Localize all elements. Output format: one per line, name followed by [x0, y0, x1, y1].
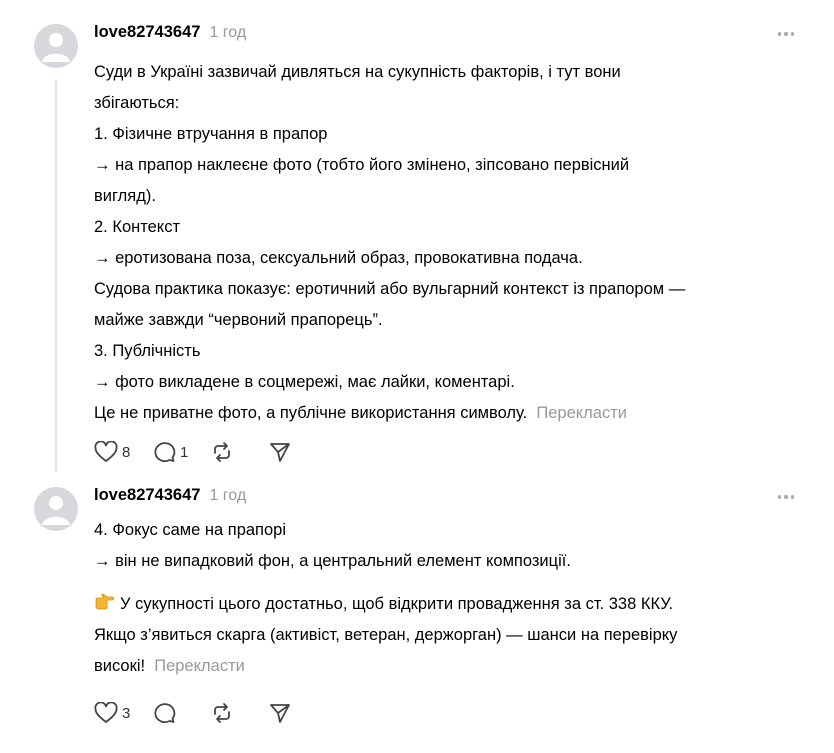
avatar[interactable] [34, 487, 78, 531]
text-line: 2. Контекст [94, 218, 181, 236]
like-count: 8 [122, 443, 131, 461]
repost-button[interactable] [210, 702, 248, 724]
timestamp[interactable]: 1 год [209, 24, 246, 42]
text-line: Судова практика показує: еротичний або в… [94, 280, 686, 298]
share-icon [270, 443, 290, 462]
like-count: 3 [122, 704, 131, 722]
reply-count: 1 [180, 443, 189, 461]
repost-button[interactable] [210, 441, 248, 463]
avatar-icon [42, 496, 70, 525]
text-line: Якщо з’явиться скарга (активіст, ветеран… [94, 626, 678, 644]
reply-icon [154, 703, 176, 724]
share-icon [270, 704, 290, 723]
like-button[interactable]: 3 [94, 702, 132, 724]
repost-icon [214, 703, 230, 723]
point-right-emoji [95, 593, 114, 610]
text-line: майже завжди “червоний прапорець”. [94, 311, 383, 329]
reply-button[interactable]: 1 [152, 441, 190, 463]
text-last-line: Це не приватне фото, а публічне використ… [94, 404, 528, 422]
text-line: → фото викладене в соцмережі, має лайки,… [94, 373, 515, 391]
timestamp[interactable]: 1 год [209, 487, 246, 505]
post-header: love82743647 1 год [94, 23, 246, 47]
more-icon [777, 32, 782, 36]
username[interactable]: love82743647 [94, 486, 200, 505]
username[interactable]: love82743647 [94, 23, 200, 42]
text-line: У сукупності цього достатньо, щоб відкри… [94, 589, 814, 620]
text-last-line: високі! [94, 657, 146, 675]
reply-icon [154, 442, 176, 463]
avatar[interactable] [34, 24, 78, 68]
avatar-icon [42, 33, 70, 62]
text-line-content: У сукупності цього достатньо, щоб відкри… [120, 595, 674, 613]
share-button[interactable] [268, 441, 292, 463]
text-line: → на прапор наклеєне фото (тобто його зм… [94, 156, 630, 174]
text-line: високі! Перекласти [94, 651, 814, 682]
text-line: 4. Фокус саме на прапорі [94, 521, 287, 539]
text-line: вигляд). [94, 187, 156, 205]
text-line: Це не приватне фото, а публічне використ… [94, 398, 814, 429]
text-line: → еротизована поза, сексуальний образ, п… [94, 249, 583, 267]
text-line: збігаються: [94, 94, 180, 112]
post-text: Суди в Україні зазвичай дивляться на сук… [94, 57, 814, 429]
more-icon [777, 495, 782, 499]
text-line: Суди в Україні зазвичай дивляться на сук… [94, 63, 621, 81]
repost-icon [214, 442, 230, 462]
translate-link[interactable]: Перекласти [154, 657, 245, 675]
more-button[interactable] [774, 24, 798, 44]
action-bar: 8 1 [94, 437, 312, 467]
text-line: 1. Фізичне втручання в прапор [94, 125, 328, 143]
thread-line [55, 80, 57, 472]
post-header: love82743647 1 год [94, 486, 246, 510]
heart-icon [94, 441, 118, 462]
like-button[interactable]: 8 [94, 441, 132, 463]
more-button[interactable] [774, 487, 798, 507]
text-line: 3. Публічність [94, 342, 201, 360]
reply-button[interactable] [152, 702, 190, 724]
text-line: → він не випадковий фон, а центральний е… [94, 552, 571, 570]
heart-icon [94, 702, 118, 723]
share-button[interactable] [268, 702, 292, 724]
action-bar: 3 [94, 698, 312, 728]
translate-link[interactable]: Перекласти [536, 404, 627, 422]
post-text: 4. Фокус саме на прапорі → він не випадк… [94, 515, 814, 682]
